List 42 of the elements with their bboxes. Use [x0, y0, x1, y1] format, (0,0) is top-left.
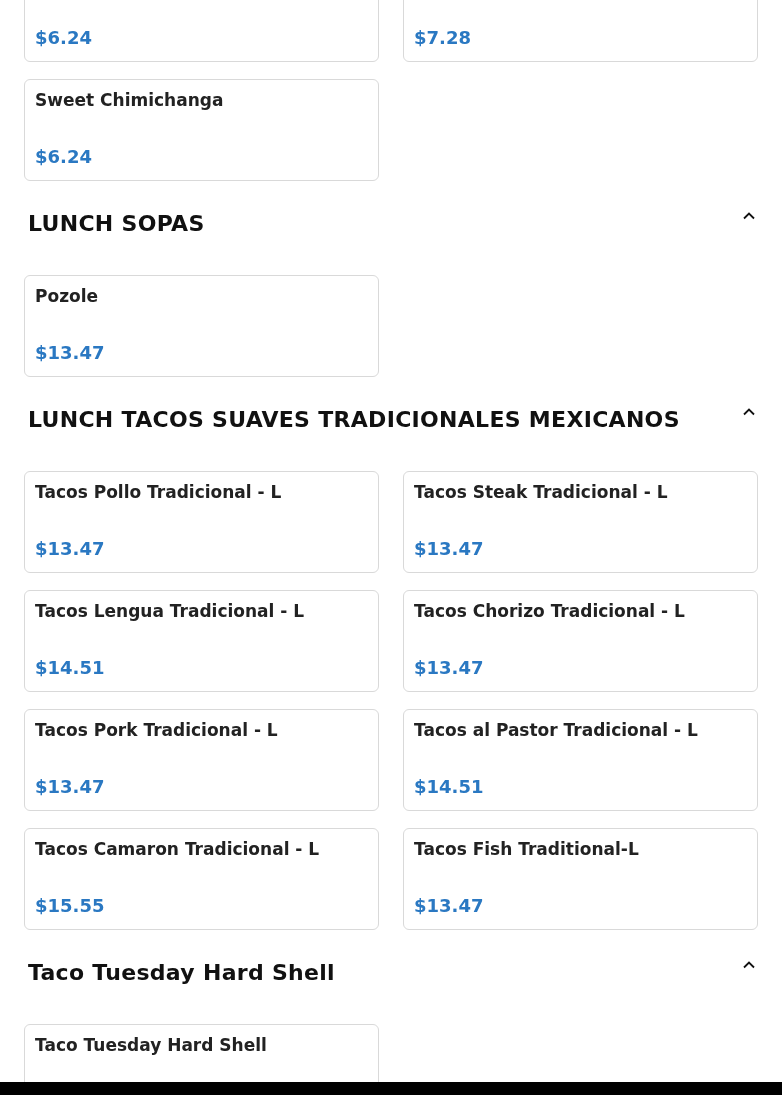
menu-item-card[interactable]: Taco Tuesday Hard Shell: [24, 1024, 379, 1082]
item-name: Tacos Pollo Tradicional - L: [35, 481, 282, 503]
item-price: $13.47: [414, 537, 484, 561]
menu-item-card[interactable]: Tacos Lengua Tradicional - L $14.51: [24, 590, 379, 692]
item-price: $13.47: [414, 656, 484, 680]
menu-item-card[interactable]: Pozole $13.47: [24, 275, 379, 377]
item-price: $6.24: [35, 26, 92, 50]
item-price: $14.51: [35, 656, 105, 680]
menu-item-card[interactable]: Tacos Camaron Tradicional - L $15.55: [24, 828, 379, 930]
item-price: $7.28: [414, 26, 471, 50]
menu-item-card[interactable]: $6.24: [24, 0, 379, 62]
menu-item-card[interactable]: Sweet Chimichanga $6.24: [24, 79, 379, 181]
item-name: Taco Tuesday Hard Shell: [35, 1034, 267, 1056]
chevron-up-icon[interactable]: [742, 211, 756, 221]
menu-item-card[interactable]: Tacos Steak Tradicional - L $13.47: [403, 471, 758, 573]
item-name: Tacos Lengua Tradicional - L: [35, 600, 305, 622]
item-price: $13.47: [414, 894, 484, 918]
menu-item-card[interactable]: Tacos Fish Traditional-L $13.47: [403, 828, 758, 930]
item-price: $14.51: [414, 775, 484, 799]
menu-item-card[interactable]: Tacos Pork Tradicional - L $13.47: [24, 709, 379, 811]
menu-item-card[interactable]: Tacos Chorizo Tradicional - L $13.47: [403, 590, 758, 692]
item-name: Tacos Steak Tradicional - L: [414, 481, 668, 503]
item-name: Tacos Camaron Tradicional - L: [35, 838, 320, 860]
chevron-up-icon[interactable]: [742, 960, 756, 970]
item-price: $13.47: [35, 775, 105, 799]
item-name: Pozole: [35, 285, 99, 307]
section-heading: LUNCH TACOS SUAVES TRADICIONALES MEXICANOS: [28, 406, 680, 432]
item-price: $15.55: [35, 894, 105, 918]
menu-item-card[interactable]: Tacos Pollo Tradicional - L $13.47: [24, 471, 379, 573]
item-price: $6.24: [35, 145, 92, 169]
item-name: Sweet Chimichanga: [35, 89, 224, 111]
section-heading: LUNCH SOPAS: [28, 210, 205, 236]
item-price: $13.47: [35, 341, 105, 365]
item-name: Tacos Chorizo Tradicional - L: [414, 600, 685, 622]
item-name: Tacos al Pastor Tradicional - L: [414, 719, 698, 741]
menu-item-card[interactable]: $7.28: [403, 0, 758, 62]
item-name: Tacos Pork Tradicional - L: [35, 719, 278, 741]
item-price: $13.47: [35, 537, 105, 561]
section-heading: Taco Tuesday Hard Shell: [28, 959, 335, 985]
menu-item-card[interactable]: Tacos al Pastor Tradicional - L $14.51: [403, 709, 758, 811]
chevron-up-icon[interactable]: [742, 407, 756, 417]
item-name: Tacos Fish Traditional-L: [414, 838, 639, 860]
